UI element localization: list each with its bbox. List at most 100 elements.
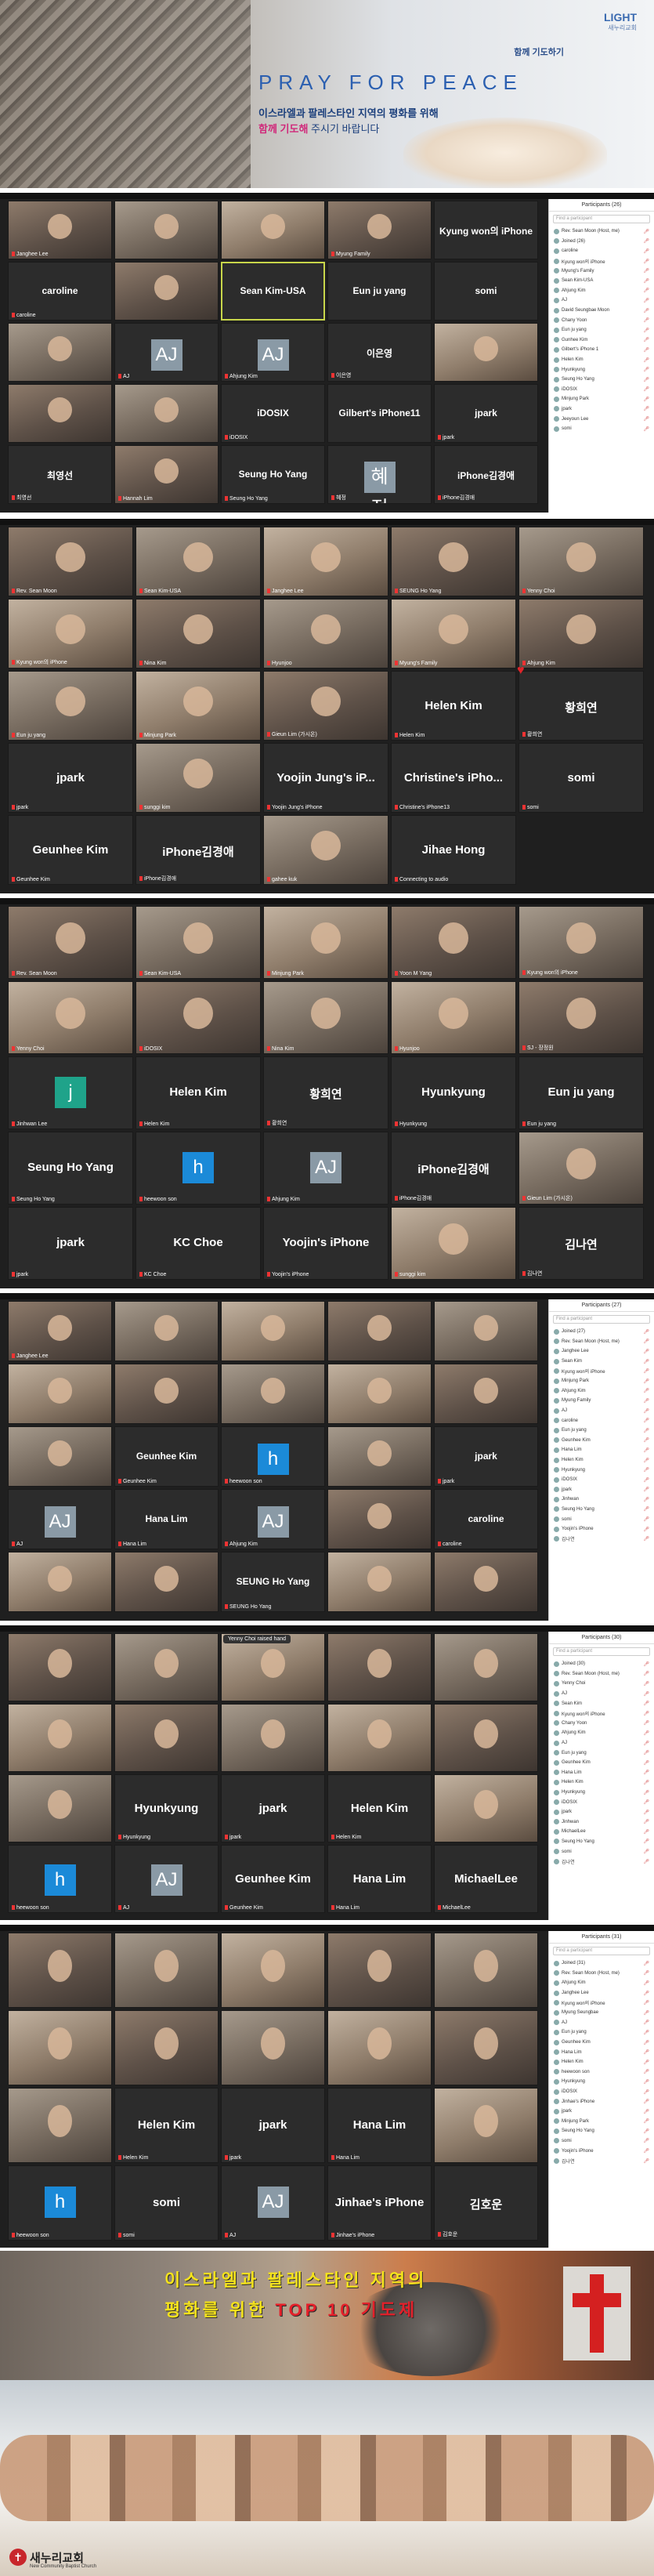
participant-list-item[interactable]: Hana Lim 🎤︎: [549, 2047, 654, 2057]
participant-list-item[interactable]: Eun ju yang 🎤︎: [549, 325, 654, 335]
mic-muted-icon[interactable]: 🎤︎: [643, 1477, 649, 1483]
participant-list-item[interactable]: Ahjung Kim 🎤︎: [549, 286, 654, 296]
mic-muted-icon[interactable]: 🎤︎: [643, 1339, 649, 1344]
mic-muted-icon[interactable]: 🎤︎: [643, 1497, 649, 1502]
participant-tile[interactable]: jpark jpark: [221, 1774, 325, 1842]
participant-list-item[interactable]: Sean Kim 🎤︎: [549, 1357, 654, 1367]
mic-muted-icon[interactable]: 🎤︎: [643, 377, 649, 382]
participant-tile[interactable]: [114, 1704, 219, 1772]
mic-muted-icon[interactable]: 🎤︎: [643, 2129, 649, 2134]
mic-muted-icon[interactable]: 🎤︎: [643, 1408, 649, 1414]
participant-list-item[interactable]: Seung Ho Yang 🎤︎: [549, 375, 654, 385]
mic-muted-icon[interactable]: 🎤︎: [643, 1750, 649, 1755]
participant-list-item[interactable]: Seung Ho Yang 🎤︎: [549, 2126, 654, 2136]
participant-tile[interactable]: MichaelLee MichaelLee: [434, 1845, 538, 1913]
participant-tile[interactable]: Jihae Hong Connecting to audio: [391, 815, 516, 885]
participant-tile[interactable]: [221, 1704, 325, 1772]
mic-muted-icon[interactable]: 🎤︎: [643, 1691, 649, 1697]
participant-tile[interactable]: h heewoon son: [8, 1845, 112, 1913]
participant-tile[interactable]: gahee kuk: [263, 815, 388, 885]
mic-muted-icon[interactable]: 🎤︎: [643, 2099, 649, 2104]
participants-panel[interactable]: Participants (26) Find a participant Rev. …: [548, 199, 654, 513]
participant-tile[interactable]: [327, 1633, 432, 1701]
participant-tile[interactable]: Jinhae's iPhone Jinhae's iPhone: [327, 2165, 432, 2241]
participant-tile[interactable]: [221, 2010, 325, 2085]
participant-list-item[interactable]: Rev. Sean Moon (Host, me) 🎤︎: [549, 1669, 654, 1679]
participant-list-item[interactable]: Janghee Lee 🎤︎: [549, 1346, 654, 1357]
participant-tile[interactable]: SEUNG Ho Yang SEUNG Ho Yang: [221, 1552, 325, 1612]
participant-list-item[interactable]: Myung Family 🎤︎: [549, 1396, 654, 1406]
mic-muted-icon[interactable]: 🎤︎: [643, 238, 649, 244]
participant-tile[interactable]: AJ AJ: [221, 2165, 325, 2241]
participant-list-item[interactable]: Eun ju yang 🎤︎: [549, 2027, 654, 2038]
mic-muted-icon[interactable]: 🎤︎: [643, 1961, 649, 1966]
participant-tile[interactable]: Gilbert's iPhone11: [327, 384, 432, 443]
mic-muted-icon[interactable]: 🎤︎: [643, 259, 649, 264]
participant-tile[interactable]: [114, 1633, 219, 1701]
participant-tile[interactable]: [434, 323, 538, 382]
mic-muted-icon[interactable]: 🎤︎: [643, 1388, 649, 1393]
mic-muted-icon[interactable]: 🎤︎: [643, 2118, 649, 2124]
participant-tile[interactable]: Sean Kim-USA: [221, 262, 325, 321]
participant-list-item[interactable]: 김나연 🎤︎: [549, 1857, 654, 1867]
participant-tile[interactable]: [221, 201, 325, 259]
participant-tile[interactable]: Gieun Lim (가시온): [263, 671, 388, 741]
mic-muted-icon[interactable]: 🎤︎: [643, 2060, 649, 2065]
mic-muted-icon[interactable]: 🎤︎: [643, 288, 649, 293]
participant-tile[interactable]: h heewoon son: [221, 1426, 325, 1487]
mic-muted-icon[interactable]: 🎤︎: [643, 278, 649, 284]
participant-tile[interactable]: Hyunjoo: [391, 981, 516, 1054]
participant-tile[interactable]: SJ - 장정원: [519, 981, 644, 1054]
participant-list-item[interactable]: Geunhee Kim 🎤︎: [549, 1436, 654, 1446]
participant-list-item[interactable]: Joined (26) 🎤︎: [549, 237, 654, 247]
participant-tile[interactable]: [434, 1552, 538, 1612]
participant-list-item[interactable]: Joined (27) 🎤︎: [549, 1327, 654, 1337]
participant-list-item[interactable]: Jinhae's iPhone 🎤︎: [549, 2096, 654, 2107]
participant-list-item[interactable]: somi 🎤︎: [549, 2136, 654, 2147]
participant-tile[interactable]: [434, 1704, 538, 1772]
participant-tile[interactable]: Janghee Lee: [263, 527, 388, 596]
participant-tile[interactable]: 최영선 최영선: [8, 445, 112, 504]
participant-tile[interactable]: iPhone김경애 iPhone김경애: [434, 445, 538, 504]
participant-tile[interactable]: [8, 1704, 112, 1772]
participant-tile[interactable]: Nina Kim: [263, 981, 388, 1054]
participant-tile[interactable]: [8, 1633, 112, 1701]
participant-list-item[interactable]: 김나연 🎤︎: [549, 2156, 654, 2166]
participant-tile[interactable]: Geunhee Kim Geunhee Kim: [114, 1426, 219, 1487]
participant-list-item[interactable]: Minjung Park 🎤︎: [549, 394, 654, 404]
mic-muted-icon[interactable]: 🎤︎: [643, 1839, 649, 1844]
participant-tile[interactable]: [327, 1489, 432, 1549]
participant-list-item[interactable]: Jinhwan 🎤︎: [549, 1817, 654, 1828]
participant-tile[interactable]: Helen Kim Helen Kim: [327, 1774, 432, 1842]
participant-list-item[interactable]: AJ 🎤︎: [549, 2018, 654, 2028]
participant-tile[interactable]: jpark jpark: [434, 1426, 538, 1487]
mic-muted-icon[interactable]: 🎤︎: [643, 2109, 649, 2114]
participant-list-item[interactable]: heewoon son 🎤︎: [549, 2067, 654, 2078]
participant-list-item[interactable]: MichaelLee 🎤︎: [549, 1827, 654, 1837]
participant-tile[interactable]: [8, 1933, 112, 2008]
participant-tile[interactable]: Nina Kim: [135, 599, 261, 668]
mic-muted-icon[interactable]: 🎤︎: [643, 298, 649, 303]
participant-tile[interactable]: [114, 201, 219, 259]
participant-list-item[interactable]: Sean Kim 🎤︎: [549, 1698, 654, 1708]
mic-muted-icon[interactable]: 🎤︎: [643, 1349, 649, 1354]
participant-tile[interactable]: sunggi kim: [135, 743, 261, 813]
participant-tile[interactable]: [327, 1426, 432, 1487]
mic-muted-icon[interactable]: 🎤︎: [643, 2138, 649, 2143]
participant-tile[interactable]: [114, 2010, 219, 2085]
participant-list-item[interactable]: Chany Yoon 🎤︎: [549, 1719, 654, 1729]
participant-tile[interactable]: [8, 2010, 112, 2085]
mic-muted-icon[interactable]: 🎤︎: [643, 1780, 649, 1785]
participant-tile[interactable]: AJ AJ: [8, 1489, 112, 1549]
participant-tile[interactable]: [221, 1633, 325, 1701]
participant-tile[interactable]: Hyunjoo: [263, 599, 388, 668]
participant-tile[interactable]: [434, 2010, 538, 2085]
mic-muted-icon[interactable]: 🎤︎: [643, 2030, 649, 2035]
participant-tile[interactable]: Yoojin's iPhone Yoojin's iPhone: [263, 1207, 388, 1280]
participant-tile[interactable]: Geunhee Kim Geunhee Kim: [8, 815, 133, 885]
participant-tile[interactable]: Hana Lim Hana Lim: [327, 2088, 432, 2163]
participant-tile[interactable]: Janghee Lee: [8, 201, 112, 259]
participant-list-item[interactable]: Ahjung Kim 🎤︎: [549, 1978, 654, 1988]
participant-tile[interactable]: Kyung won의 iPhone: [8, 599, 133, 668]
mic-muted-icon[interactable]: 🎤︎: [643, 1790, 649, 1795]
